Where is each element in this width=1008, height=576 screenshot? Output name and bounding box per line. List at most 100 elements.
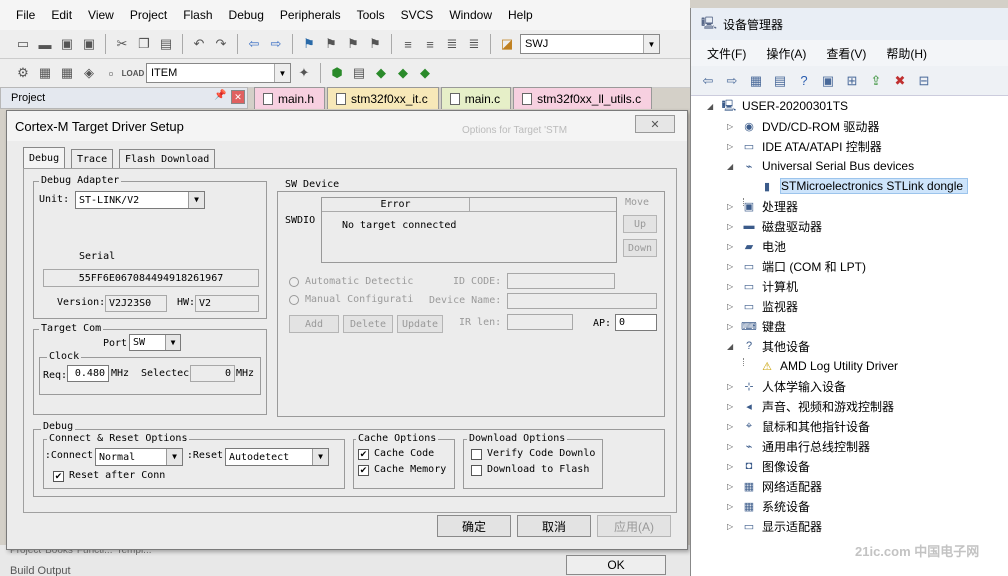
bookmark-prev-icon[interactable]: ⚑ xyxy=(322,35,340,53)
bookmark-clear-icon[interactable]: ⚑ xyxy=(366,35,384,53)
tab-trace[interactable]: Trace xyxy=(71,149,114,169)
nav-back-icon[interactable]: ⇦ xyxy=(245,35,263,53)
comment-icon[interactable]: ≣ xyxy=(443,35,461,53)
file-extensions-icon[interactable]: ▤ xyxy=(350,64,368,82)
delete-button[interactable]: Delete xyxy=(343,315,393,333)
batch-build-icon[interactable]: ◈ xyxy=(80,64,98,82)
tree-item[interactable]: ▷ ▭ 计算机 xyxy=(727,276,798,296)
menu-file[interactable]: 文件(F) xyxy=(697,45,756,62)
cut-icon[interactable]: ✂ xyxy=(113,35,131,53)
menu-help[interactable]: 帮助(H) xyxy=(876,45,937,62)
tree-item[interactable]: ▷ ◉ DVD/CD-ROM 驱动器 xyxy=(727,116,879,136)
menu-peripherals[interactable]: Peripherals xyxy=(272,8,349,22)
nav-forward-icon[interactable]: ⇨ xyxy=(267,35,285,53)
load-icon[interactable]: LOAD xyxy=(122,64,145,82)
tree-item[interactable]: ▷ ▭ IDE ATA/ATAPI 控制器 xyxy=(727,136,882,156)
menu-window[interactable]: Window xyxy=(441,8,500,22)
pack-installer-icon[interactable]: ◆ xyxy=(372,64,390,82)
expand-arrow-icon[interactable]: ▷ xyxy=(727,382,737,391)
copy-icon[interactable]: ❐ xyxy=(135,35,153,53)
expand-arrow-icon[interactable]: ▷ xyxy=(727,462,737,471)
tree-item[interactable]: ◢ ⌁ Universal Serial Bus devices xyxy=(727,156,914,176)
tab-stm32f0xx-it-c[interactable]: stm32f0xx_it.c xyxy=(327,87,439,109)
bookmark-next-icon[interactable]: ⚑ xyxy=(344,35,362,53)
dialog-close-button[interactable]: ✕ xyxy=(635,115,675,133)
menu-flash[interactable]: Flash xyxy=(175,8,220,22)
expand-arrow-icon[interactable]: ▷ xyxy=(727,262,737,271)
collapse-arrow-icon[interactable]: ◢ xyxy=(707,102,717,111)
find-in-files-icon[interactable]: ◪ xyxy=(498,35,516,53)
tree-item[interactable]: ▷ ▬ 磁盘驱动器 xyxy=(727,216,822,236)
pin-icon[interactable]: 📌 xyxy=(214,90,226,101)
tree-item[interactable]: ▷ ⊹ 人体学输入设备 xyxy=(727,376,846,396)
stop-build-icon[interactable]: ▫ xyxy=(102,64,120,82)
tree-item[interactable]: ▷ ⌖ 鼠标和其他指针设备 xyxy=(727,416,870,436)
update-button[interactable]: Update xyxy=(397,315,443,333)
expand-arrow-icon[interactable]: ▷ xyxy=(727,142,737,151)
tab-flash-download[interactable]: Flash Download xyxy=(119,149,216,169)
manual-config-radio[interactable] xyxy=(289,295,299,305)
expand-arrow-icon[interactable]: ▷ xyxy=(727,502,737,511)
select-pack-icon[interactable]: ◆ xyxy=(394,64,412,82)
expand-arrow-icon[interactable]: ▷ xyxy=(727,422,737,431)
tree-item[interactable]: ▷ ▣ 处理器 xyxy=(727,196,798,216)
open-folder-icon[interactable]: ▬ xyxy=(36,35,54,53)
tree-item[interactable]: ▷ ▰ 电池 xyxy=(727,236,786,256)
item-combo[interactable]: ITEM ▼ xyxy=(146,63,291,83)
menu-edit[interactable]: Edit xyxy=(43,8,80,22)
expand-arrow-icon[interactable]: ▷ xyxy=(727,402,737,411)
tree-item[interactable]: ▷ ◘ 图像设备 xyxy=(727,456,810,476)
cancel-button[interactable]: 取消 xyxy=(517,515,591,537)
new-file-icon[interactable]: ▭ xyxy=(14,35,32,53)
build-icon[interactable]: ▦ xyxy=(36,64,54,82)
tree-item[interactable]: ▷ ◂ 声音、视频和游戏控制器 xyxy=(727,396,894,416)
paste-icon[interactable]: ▤ xyxy=(157,35,175,53)
menu-help[interactable]: Help xyxy=(500,8,541,22)
tree-item[interactable]: ▷ ▭ 端口 (COM 和 LPT) xyxy=(727,256,866,276)
back-icon[interactable]: ⇦ xyxy=(699,72,717,90)
console-tree-icon[interactable]: ▦ xyxy=(747,72,765,90)
download-to-flash-checkbox[interactable] xyxy=(471,465,482,476)
req-input[interactable]: 0.480 xyxy=(67,365,109,382)
tree-item[interactable]: ⚠ AMD Log Utility Driver xyxy=(745,356,898,376)
expand-arrow-icon[interactable]: ▷ xyxy=(727,322,737,331)
close-icon[interactable]: ✕ xyxy=(231,90,245,104)
bg-ok-button[interactable]: OK xyxy=(566,555,666,575)
connect-select[interactable]: Normal ▼ xyxy=(95,448,183,466)
tree-item[interactable]: ▷ ▦ 网络适配器 xyxy=(727,476,822,496)
expand-arrow-icon[interactable]: ▷ xyxy=(727,122,737,131)
menu-view[interactable]: View xyxy=(80,8,122,22)
redo-icon[interactable]: ↷ xyxy=(212,35,230,53)
ap-input[interactable]: 0 xyxy=(615,314,657,331)
auto-detect-radio[interactable] xyxy=(289,277,299,287)
scan-hardware-icon[interactable]: ⊞ xyxy=(843,72,861,90)
tree-item[interactable]: ▮ STMicroelectronics STLink dongle xyxy=(745,176,969,196)
bookmark-icon[interactable]: ⚑ xyxy=(300,35,318,53)
tree-root[interactable]: ◢ 🖳 USER-20200301TS xyxy=(707,96,848,116)
cache-code-checkbox[interactable]: ✔ xyxy=(358,449,369,460)
unit-select[interactable]: ST-LINK/V2 ▼ xyxy=(75,191,205,209)
expand-arrow-icon[interactable]: ◢ xyxy=(727,162,737,171)
tree-item[interactable]: ◢? 其他设备 xyxy=(727,336,810,356)
reset-after-connect-checkbox[interactable]: ✔ xyxy=(53,471,64,482)
menu-action[interactable]: 操作(A) xyxy=(756,45,816,62)
rebuild-icon[interactable]: ▦ xyxy=(58,64,76,82)
translate-icon[interactable]: ⚙ xyxy=(14,64,32,82)
apply-button[interactable]: 应用(A) xyxy=(597,515,671,537)
menu-tools[interactable]: Tools xyxy=(349,8,393,22)
expand-arrow-icon[interactable]: ▷ xyxy=(727,242,737,251)
update-driver-icon[interactable]: ⇪ xyxy=(867,72,885,90)
uninstall-device-icon[interactable]: ⊟ xyxy=(915,72,933,90)
tree-item[interactable]: ▷ ▭ 监视器 xyxy=(727,296,798,316)
expand-arrow-icon[interactable]: ▷ xyxy=(727,302,737,311)
menu-debug[interactable]: Debug xyxy=(221,8,272,22)
expand-arrow-icon[interactable]: ◢ xyxy=(727,342,737,351)
forward-icon[interactable]: ⇨ xyxy=(723,72,741,90)
add-button[interactable]: Add xyxy=(289,315,339,333)
properties-icon[interactable]: ▤ xyxy=(771,72,789,90)
tab-main-c[interactable]: main.c xyxy=(440,87,512,109)
verify-code-checkbox[interactable] xyxy=(471,449,482,460)
target-options-icon[interactable]: ✦ xyxy=(295,64,313,82)
menu-view[interactable]: 查看(V) xyxy=(816,45,876,62)
menu-project[interactable]: Project xyxy=(122,8,175,22)
